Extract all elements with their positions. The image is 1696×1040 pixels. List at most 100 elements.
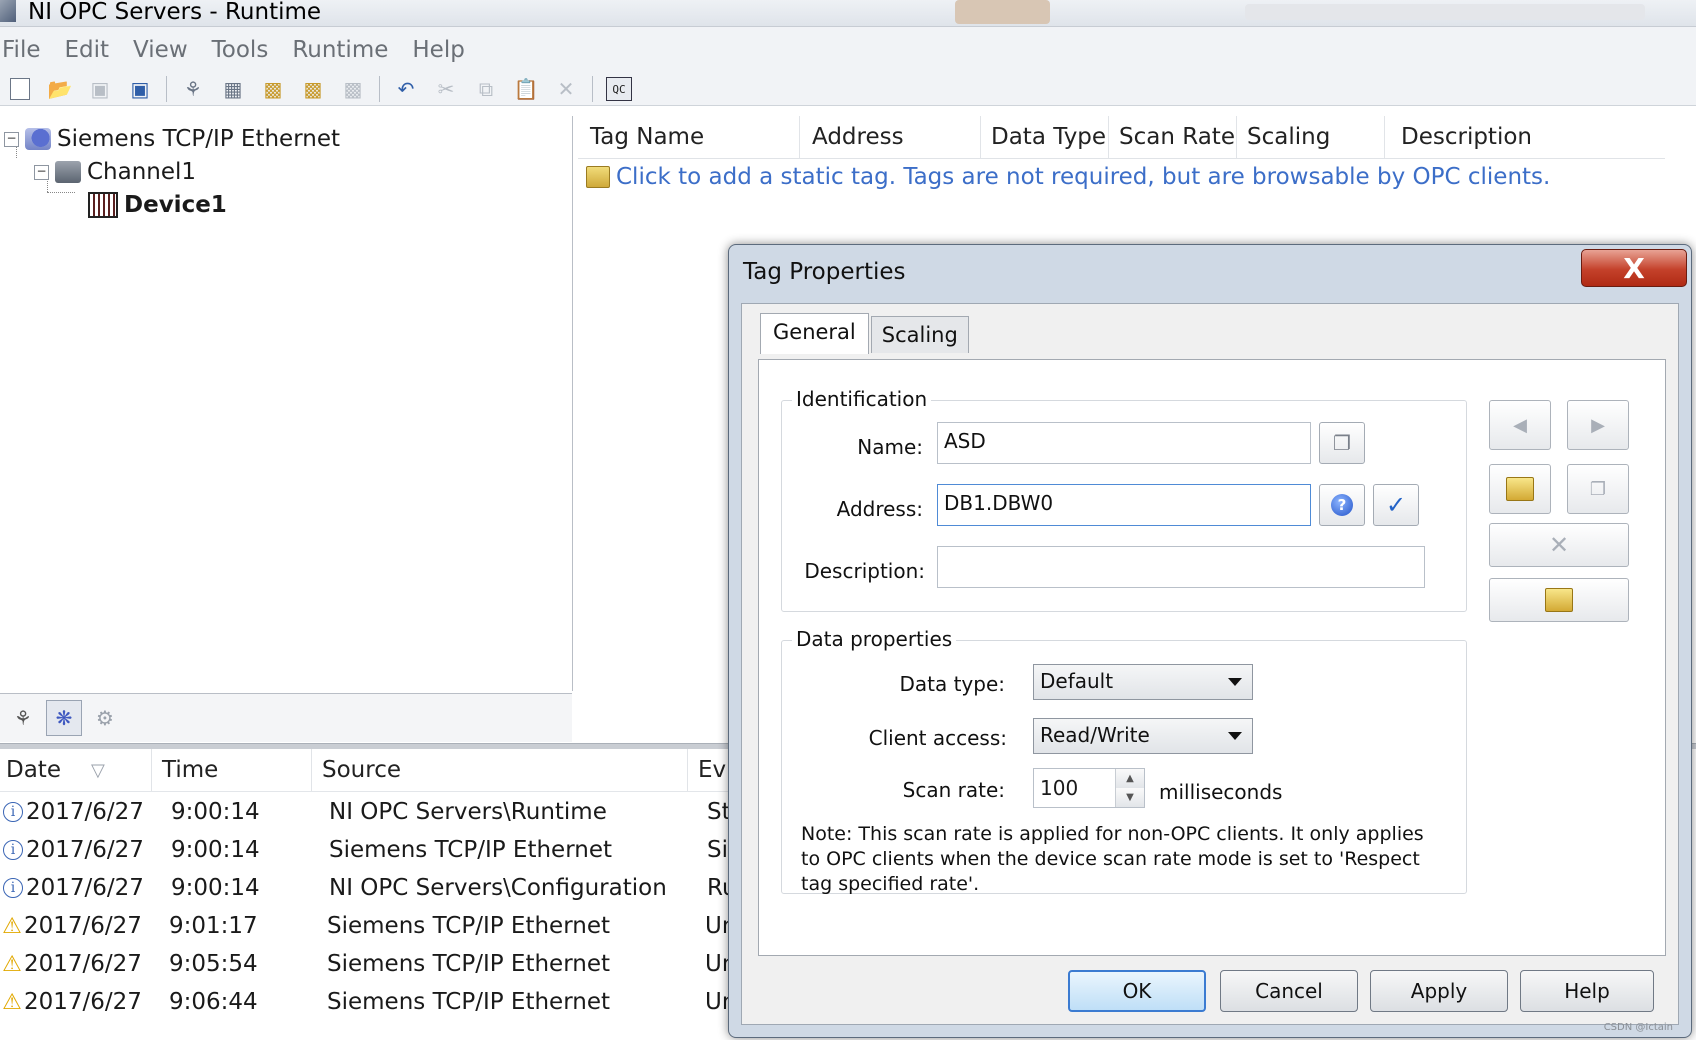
menu-view[interactable]: View <box>131 37 200 63</box>
spin-down-icon[interactable]: ▼ <box>1115 788 1144 807</box>
open-folder-icon[interactable]: 📂 <box>45 75 75 103</box>
description-label: Description: <box>804 559 925 583</box>
new-channel-icon[interactable]: ⚘ <box>178 75 208 103</box>
dialog-body: General Scaling Identification Name: ASD… <box>741 303 1679 1025</box>
paste-icon[interactable]: 📋 <box>511 75 541 103</box>
address-field[interactable]: DB1.DBW0 <box>937 484 1311 526</box>
watermark: CSDN @Ictain <box>1603 1022 1673 1033</box>
delete-icon[interactable]: ✕ <box>551 75 581 103</box>
bulk-tag-icon[interactable]: ▩ <box>338 75 368 103</box>
column-date[interactable]: Date ▽ <box>0 749 152 791</box>
tree-node-device[interactable]: Device1 <box>88 190 227 220</box>
quick-client-icon[interactable]: QC <box>604 75 634 103</box>
save-as-icon[interactable]: ▣ <box>125 75 155 103</box>
cancel-button[interactable]: Cancel <box>1220 970 1358 1012</box>
menu-edit[interactable]: Edit <box>63 37 122 63</box>
tag-settings-button[interactable] <box>1489 578 1629 622</box>
log-source: NI OPC Servers\Runtime <box>329 799 607 825</box>
table-row[interactable]: ⚠ 2017/6/27 9:06:44 Siemens TCP/IP Ether… <box>0 983 745 1021</box>
client-access-select[interactable]: Read/Write <box>1033 718 1253 754</box>
log-source: Siemens TCP/IP Ethernet <box>329 837 612 863</box>
undo-icon[interactable]: ↶ <box>391 75 421 103</box>
address-help-button[interactable]: ? <box>1319 484 1365 526</box>
column-source[interactable]: Source <box>312 749 688 791</box>
description-field[interactable] <box>937 546 1425 588</box>
previous-tag-button[interactable]: ◀ <box>1489 400 1551 450</box>
new-tag-group-icon[interactable]: ▩ <box>258 75 288 103</box>
menu-runtime[interactable]: Runtime <box>290 37 400 63</box>
scan-rate-stepper[interactable]: 100 ▲ ▼ <box>1033 768 1145 808</box>
apply-button[interactable]: Apply <box>1370 970 1508 1012</box>
copy-icon[interactable]: ⧉ <box>471 75 501 103</box>
tree-node-label: Device1 <box>124 192 227 218</box>
table-row[interactable]: ⚠ 2017/6/27 9:05:54 Siemens TCP/IP Ether… <box>0 945 745 983</box>
column-data-type[interactable]: Data Type <box>981 116 1109 158</box>
table-row[interactable]: ⚠ 2017/6/27 9:01:17 Siemens TCP/IP Ether… <box>0 907 745 945</box>
warning-icon: ⚠ <box>2 913 22 939</box>
menu-file[interactable]: File <box>0 37 53 63</box>
channel-icon <box>55 161 81 183</box>
table-row[interactable]: i 2017/6/27 9:00:14 NI OPC Servers\Confi… <box>0 869 747 907</box>
collapse-icon[interactable]: − <box>4 131 19 147</box>
warning-icon: ⚠ <box>2 989 22 1015</box>
table-row[interactable]: i 2017/6/27 9:00:14 NI OPC Servers\Runti… <box>0 793 747 831</box>
next-tag-button[interactable]: ▶ <box>1567 400 1629 450</box>
tag-settings-icon <box>1545 588 1573 612</box>
new-device-icon[interactable]: ▦ <box>218 75 248 103</box>
name-field[interactable]: ASD <box>937 422 1311 464</box>
new-tag-button[interactable] <box>1489 464 1551 514</box>
client-access-value: Read/Write <box>1040 723 1150 747</box>
toolbar-separator <box>379 76 380 102</box>
column-time[interactable]: Time <box>152 749 312 791</box>
column-scan-rate[interactable]: Scan Rate <box>1109 116 1237 158</box>
tree-node-channel[interactable]: − Channel1 <box>34 157 196 187</box>
event-log-header: Date ▽ Time Source Ev <box>0 749 748 792</box>
toolbar: 📂 ▣ ▣ ⚘ ▦ ▩ ▩ ▩ ↶ ✂ ⧉ 📋 ✕ QC <box>0 73 639 105</box>
alias-view-icon[interactable]: ⚙ <box>88 701 122 735</box>
dialog-title-bar[interactable]: Tag Properties X <box>729 245 1691 301</box>
log-date: 2017/6/27 <box>26 837 144 863</box>
add-static-tag-link[interactable]: Click to add a static tag. Tags are not … <box>586 164 1550 190</box>
help-button[interactable]: Help <box>1520 970 1654 1012</box>
scan-rate-value: 100 <box>1040 776 1079 800</box>
tree-node-label: Channel1 <box>87 159 197 185</box>
info-icon: i <box>3 878 23 898</box>
log-time: 9:06:44 <box>169 989 258 1015</box>
chevron-down-icon <box>1228 678 1242 686</box>
browse-name-button[interactable]: ❐ <box>1319 422 1365 464</box>
collapse-icon[interactable]: − <box>34 164 49 180</box>
tag-list-header: Tag Name Address Data Type Scan Rate Sca… <box>578 116 1665 159</box>
menu-tools[interactable]: Tools <box>210 37 281 63</box>
new-file-icon[interactable] <box>5 75 35 103</box>
tree-node-ethernet[interactable]: − Siemens TCP/IP Ethernet <box>4 124 340 154</box>
menu-help[interactable]: Help <box>410 37 476 63</box>
column-tag-name[interactable]: Tag Name <box>578 116 800 158</box>
delete-tag-button[interactable]: ✕ <box>1489 523 1629 567</box>
tab-general[interactable]: General <box>760 313 869 354</box>
new-tag-icon[interactable]: ▩ <box>298 75 328 103</box>
log-date: 2017/6/27 <box>24 989 142 1015</box>
validate-address-button[interactable]: ✓ <box>1373 484 1419 526</box>
channel-view-icon[interactable]: ⚘ <box>6 701 40 735</box>
log-date: 2017/6/27 <box>24 951 142 977</box>
dialog-tabs: General Scaling <box>760 312 971 354</box>
spin-up-icon[interactable]: ▲ <box>1115 769 1144 789</box>
column-scaling[interactable]: Scaling <box>1237 116 1385 158</box>
tab-scaling[interactable]: Scaling <box>870 316 969 353</box>
data-type-select[interactable]: Default <box>1033 664 1253 700</box>
ok-button[interactable]: OK <box>1068 970 1206 1012</box>
data-type-label: Data type: <box>899 672 1005 696</box>
log-source: Siemens TCP/IP Ethernet <box>327 913 610 939</box>
tree-node-label: Siemens TCP/IP Ethernet <box>57 126 340 152</box>
close-button[interactable]: X <box>1581 249 1687 287</box>
column-address[interactable]: Address <box>800 116 981 158</box>
driver-view-icon[interactable]: ❋ <box>46 700 82 736</box>
log-date: 2017/6/27 <box>26 799 144 825</box>
column-description[interactable]: Description <box>1385 116 1665 158</box>
duplicate-tag-button[interactable]: ❐ <box>1567 464 1629 514</box>
table-row[interactable]: i 2017/6/27 9:00:14 Siemens TCP/IP Ether… <box>0 831 747 869</box>
delete-icon: ✕ <box>1548 531 1570 559</box>
save-icon[interactable]: ▣ <box>85 75 115 103</box>
cut-icon[interactable]: ✂ <box>431 75 461 103</box>
info-icon: i <box>3 840 23 860</box>
